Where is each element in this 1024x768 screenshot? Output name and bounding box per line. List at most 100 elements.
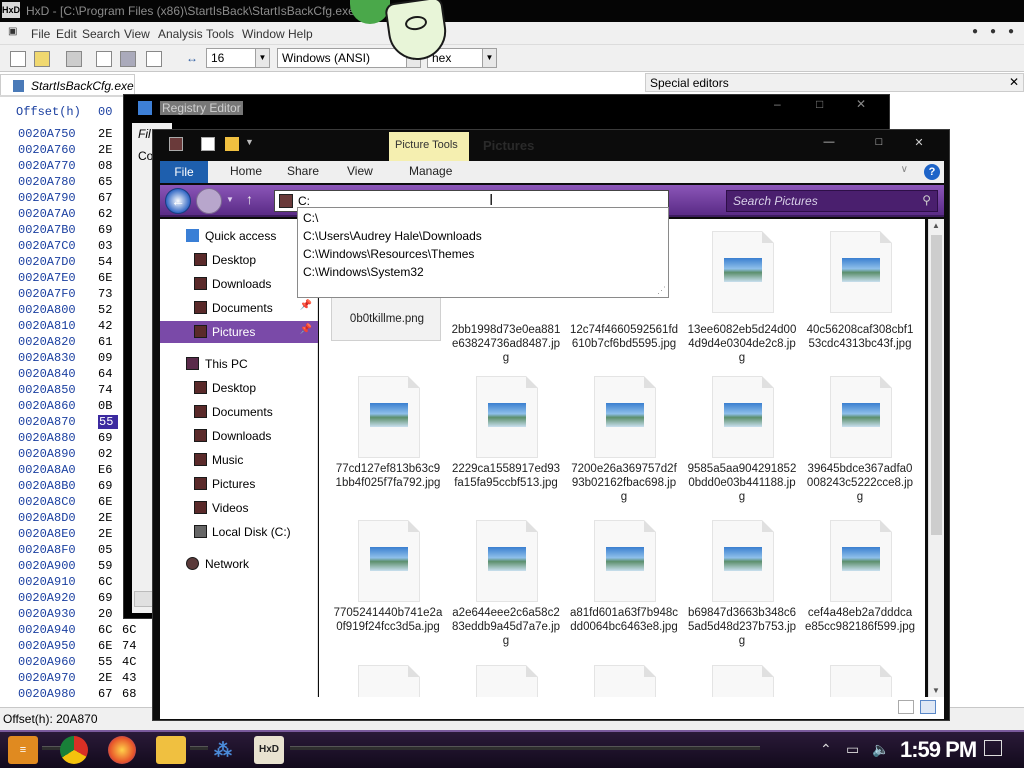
large-icons-view-icon[interactable] [920, 700, 936, 714]
hex-byte[interactable]: 2E [98, 127, 118, 141]
hex-row[interactable]: 0020A870 55 [18, 415, 118, 431]
hex-row[interactable]: 0020A910 6C [18, 575, 112, 591]
hex-row[interactable]: 0020A7E0 6E [18, 271, 112, 287]
hex-row[interactable]: 0020A800 52 [18, 303, 112, 319]
forward-arrow-icon[interactable] [196, 188, 222, 214]
mdi-minimize-icon[interactable]: ● [972, 26, 978, 37]
scroll-up-icon[interactable]: ▲ [932, 221, 940, 230]
hex-row[interactable]: 0020A980 67 68 [18, 687, 136, 703]
hex-row[interactable]: 0020A830 09 [18, 351, 112, 367]
nav-qa-downloads[interactable]: Downloads [160, 273, 318, 295]
properties-icon[interactable] [201, 137, 215, 151]
chrome-icon[interactable] [60, 736, 88, 764]
nav-pc-music[interactable]: Music [160, 449, 318, 471]
hex-byte[interactable]: 65 [98, 175, 118, 189]
file-item[interactable]: cef4a48eb2a7dddcae85cc982186f599.jpg [805, 520, 915, 660]
hex-row[interactable]: 0020A750 2E [18, 127, 112, 143]
hex-byte[interactable]: 08 [98, 159, 118, 173]
suggestion-item[interactable]: C:\Windows\System32 [303, 265, 424, 282]
nav-pc-downloads[interactable]: Downloads [160, 425, 318, 447]
hex-byte[interactable]: 2E [98, 143, 118, 157]
menu-view[interactable]: View [124, 27, 150, 41]
hex-byte[interactable]: 42 [98, 319, 118, 333]
hex-byte[interactable]: 6E [98, 495, 118, 509]
details-view-icon[interactable] [898, 700, 914, 714]
pin-icon[interactable]: 📌 [300, 324, 312, 335]
file-tab[interactable]: StartIsBackCfg.exe [0, 74, 135, 96]
hex-byte[interactable]: 6C [98, 623, 118, 637]
nav-pc-local-disk[interactable]: Local Disk (C:) [160, 521, 318, 543]
hex-row[interactable]: 0020A8A0 E6 [18, 463, 112, 479]
hex-row[interactable]: 0020A820 61 [18, 335, 112, 351]
nav-qa-documents[interactable]: Documents 📌 [160, 297, 318, 319]
new-file-icon[interactable] [10, 51, 26, 67]
hex-byte[interactable]: 20 [98, 607, 118, 621]
hex-row[interactable]: 0020A7B0 69 [18, 223, 112, 239]
hex-row[interactable]: 0020A970 2E 43 [18, 671, 136, 687]
hex-byte[interactable]: 6E [98, 639, 118, 653]
nav-pc-desktop[interactable]: Desktop [160, 377, 318, 399]
hex-byte[interactable]: 0B [98, 399, 118, 413]
hex-byte[interactable]: 69 [98, 591, 118, 605]
hex-byte[interactable]: 2E [98, 527, 118, 541]
tray-overflow-icon[interactable]: ⌃ [820, 741, 832, 758]
hex-row[interactable]: 0020A880 69 [18, 431, 112, 447]
hex-row[interactable]: 0020A810 42 [18, 319, 112, 335]
hex-row[interactable]: 0020A7D0 54 [18, 255, 112, 271]
tab-manage[interactable]: Manage [409, 164, 452, 178]
suggestion-item[interactable]: C:\Users\Audrey Hale\Downloads [303, 229, 482, 246]
hex-byte[interactable]: E6 [98, 463, 118, 477]
search-input[interactable]: Search Pictures [733, 194, 818, 208]
new-folder-icon[interactable] [225, 137, 239, 151]
menu-search[interactable]: Search [82, 27, 120, 41]
hex-row[interactable]: 0020A760 2E [18, 143, 112, 159]
scroll-thumb[interactable] [931, 235, 942, 535]
file-item[interactable]: a81fd601a63f7b948cdd0064bc6463e8.jpg [569, 520, 679, 660]
ram-editor-icon[interactable] [120, 51, 136, 67]
menu-help[interactable]: Help [288, 27, 313, 41]
vertical-scrollbar[interactable]: ▲ ▼ [928, 219, 944, 697]
hex-byte[interactable]: 43 [122, 671, 142, 685]
hex-byte[interactable]: 05 [98, 543, 118, 557]
hex-byte[interactable]: 2E [98, 671, 118, 685]
hex-byte[interactable]: 73 [98, 287, 118, 301]
file-item[interactable]: 7705241440b741e2a0f919f24fcc3d5a.jpg [333, 520, 443, 660]
taskbar-clock[interactable]: 1:59 PM [900, 737, 977, 763]
menu-file[interactable]: File [31, 27, 50, 41]
properties-icon[interactable] [96, 51, 112, 67]
registry-editor-taskbar-icon[interactable]: ⁂ [208, 736, 238, 764]
hex-byte[interactable]: 61 [98, 335, 118, 349]
hex-row[interactable]: 0020A8B0 69 [18, 479, 112, 495]
hex-row[interactable]: 0020A780 65 [18, 175, 112, 191]
file-item[interactable]: 2229ca1558917ed93fa15fa95ccbf513.jpg [451, 376, 561, 516]
volume-icon[interactable]: 🔈 [872, 741, 889, 758]
hex-byte[interactable]: 74 [98, 383, 118, 397]
maximize-icon[interactable]: □ [865, 136, 893, 154]
nav-quick-access[interactable]: Quick access [160, 225, 318, 247]
file-item[interactable]: 9585a5aa9042918520bdd0e03b441188.jpg [687, 376, 797, 516]
nav-qa-pictures[interactable]: Pictures 📌 [160, 321, 318, 343]
hex-byte[interactable]: 55 [98, 655, 118, 669]
hex-byte[interactable]: 6E [98, 271, 118, 285]
file-item[interactable]: a2e644eee2c6a58c283eddb9a45d7a7e.jpg [451, 520, 561, 660]
hex-byte[interactable]: 4C [122, 655, 142, 669]
notifications-icon[interactable] [984, 740, 1002, 756]
hex-row[interactable]: 0020A930 20 [18, 607, 112, 623]
hex-row[interactable]: 0020A840 64 [18, 367, 112, 383]
hex-row[interactable]: 0020A960 55 4C [18, 655, 136, 671]
nav-pc-documents[interactable]: Documents [160, 401, 318, 423]
hex-row[interactable]: 0020A940 6C 6C [18, 623, 136, 639]
pin-icon[interactable]: 📌 [300, 300, 312, 311]
hex-row[interactable]: 0020A7F0 73 [18, 287, 112, 303]
scroll-down-icon[interactable]: ▼ [932, 686, 940, 695]
firefox-icon[interactable] [108, 736, 136, 764]
resize-grip-icon[interactable]: ⋰ [657, 285, 666, 296]
nav-pc-videos[interactable]: Videos [160, 497, 318, 519]
file-item[interactable]: 7200e26a369757d2f93b02162fbac698.jpg [569, 376, 679, 516]
hex-byte[interactable]: 55 [98, 415, 118, 429]
file-item[interactable]: 39645bdce367adfa0008243c5222cce8.jpg [805, 376, 915, 516]
hex-row[interactable]: 0020A790 67 [18, 191, 112, 207]
network-tray-icon[interactable]: ▭ [846, 741, 859, 758]
nav-qa-desktop[interactable]: Desktop [160, 249, 318, 271]
suggestion-item[interactable]: C:\Windows\Resources\Themes [303, 247, 474, 264]
